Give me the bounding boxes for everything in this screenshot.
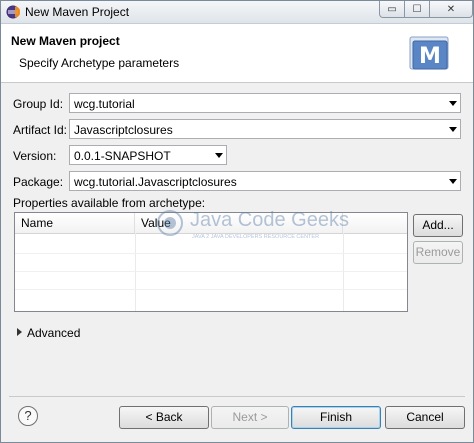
maven-logo-letter: M bbox=[419, 44, 441, 69]
row-divider bbox=[15, 271, 407, 272]
properties-label: Properties available from archetype: bbox=[13, 196, 206, 210]
chevron-down-icon[interactable] bbox=[449, 179, 457, 184]
wizard-subtitle: Specify Archetype parameters bbox=[19, 56, 180, 70]
package-label: Package: bbox=[13, 175, 64, 189]
close-icon: ✕ bbox=[446, 3, 456, 15]
group-id-value: wcg.tutorial bbox=[74, 97, 135, 111]
table-header: Name Value bbox=[15, 213, 407, 234]
artifact-id-combo[interactable]: Javascriptclosures bbox=[69, 119, 461, 139]
finish-button[interactable]: Finish bbox=[291, 406, 381, 429]
footer-separator bbox=[9, 396, 465, 397]
remove-property-button[interactable]: Remove bbox=[413, 241, 463, 264]
row-divider bbox=[15, 253, 407, 254]
title-bar[interactable]: New Maven Project ▭ ☐ ✕ bbox=[1, 1, 473, 24]
properties-table[interactable]: Name Value bbox=[14, 212, 408, 312]
column-divider bbox=[343, 233, 344, 311]
maximize-icon: ☐ bbox=[412, 3, 422, 15]
back-button[interactable]: < Back bbox=[119, 406, 209, 429]
package-combo[interactable]: wcg.tutorial.Javascriptclosures bbox=[69, 171, 461, 191]
row-divider bbox=[15, 289, 407, 290]
dialog-window: New Maven Project ▭ ☐ ✕ New Maven projec… bbox=[0, 0, 474, 443]
column-header-name[interactable]: Name bbox=[15, 213, 135, 233]
group-id-combo[interactable]: wcg.tutorial bbox=[69, 93, 461, 113]
chevron-down-icon[interactable] bbox=[449, 127, 457, 132]
window-title: New Maven Project bbox=[25, 5, 130, 19]
advanced-toggle[interactable]: Advanced bbox=[27, 326, 80, 340]
package-value: wcg.tutorial.Javascriptclosures bbox=[74, 175, 237, 189]
maven-logo-icon: M bbox=[409, 36, 449, 70]
next-button[interactable]: Next > bbox=[211, 406, 289, 429]
add-property-button[interactable]: Add... bbox=[413, 214, 463, 237]
eclipse-app-icon bbox=[6, 5, 20, 19]
artifact-id-value: Javascriptclosures bbox=[74, 123, 173, 137]
cancel-button[interactable]: Cancel bbox=[385, 406, 465, 429]
chevron-down-icon[interactable] bbox=[215, 153, 223, 158]
group-id-label: Group Id: bbox=[13, 97, 64, 111]
close-button[interactable]: ✕ bbox=[429, 1, 473, 18]
wizard-title: New Maven project bbox=[11, 34, 120, 48]
version-combo[interactable]: 0.0.1-SNAPSHOT bbox=[69, 145, 227, 165]
minimize-button[interactable]: ▭ bbox=[379, 1, 405, 18]
version-value: 0.0.1-SNAPSHOT bbox=[74, 149, 171, 163]
column-divider bbox=[135, 233, 136, 311]
maximize-button[interactable]: ☐ bbox=[404, 1, 430, 18]
help-icon[interactable]: ? bbox=[18, 406, 38, 426]
expand-triangle-icon[interactable] bbox=[17, 328, 22, 336]
wizard-header: New Maven project Specify Archetype para… bbox=[1, 24, 473, 83]
minimize-icon: ▭ bbox=[387, 3, 397, 15]
column-header-value[interactable]: Value bbox=[135, 213, 343, 233]
artifact-id-label: Artifact Id: bbox=[13, 123, 68, 137]
version-label: Version: bbox=[13, 149, 57, 163]
chevron-down-icon[interactable] bbox=[449, 101, 457, 106]
